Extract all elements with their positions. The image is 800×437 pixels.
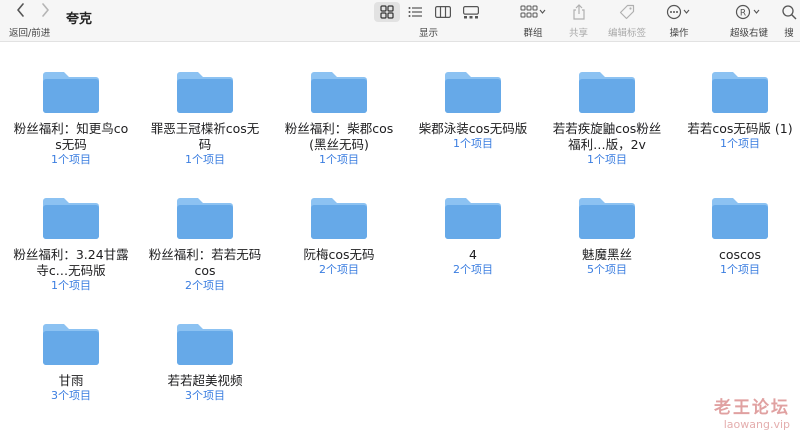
folder-icon <box>43 72 99 113</box>
edit-tags-button[interactable]: 编辑标签 <box>608 2 646 40</box>
folder-icon <box>311 198 367 239</box>
actions-label: 操作 <box>669 28 689 39</box>
folder-icon <box>177 198 233 239</box>
folder-item-count: 1个项目 <box>51 279 91 292</box>
more-actions-icon <box>666 4 690 20</box>
folder-name: 4 <box>469 247 477 262</box>
grid-icon <box>380 5 394 19</box>
gallery-icon <box>463 5 479 18</box>
folder-item-count: 3个项目 <box>185 389 225 402</box>
folder-icon <box>579 198 635 239</box>
folder-icon <box>712 72 768 113</box>
folder-icon <box>579 72 635 113</box>
folder-icon <box>43 324 99 365</box>
tag-icon <box>619 4 635 20</box>
search-label: 搜 <box>784 28 794 39</box>
folder-name: 魅魔黑丝 <box>581 247 632 262</box>
folder-name: 若若超美视频 <box>167 373 243 388</box>
folder-name: 甘雨 <box>58 373 84 388</box>
advanced-right-click-button[interactable]: R 超级右键 <box>730 2 768 40</box>
view-switcher <box>374 2 486 22</box>
folder-item[interactable]: 粉丝福利：3.24甘露寺c…无码版 1个项目 <box>8 194 134 293</box>
folder-item-count: 1个项目 <box>720 263 760 276</box>
folder-icon <box>311 72 367 113</box>
search-button[interactable]: 搜 <box>781 2 797 40</box>
folder-name: 粉丝福利：柴郡cos (黑丝无码) <box>284 121 394 152</box>
folder-icon <box>712 198 768 239</box>
folder-item[interactable]: 罪恶王冠楪祈cos无码 1个项目 <box>142 68 268 167</box>
folder-name: 阮梅cos无码 <box>303 247 375 262</box>
folder-name: 粉丝福利：知更鸟cos无码 <box>13 121 129 152</box>
column-view-button[interactable] <box>430 2 456 22</box>
folder-item-count: 1个项目 <box>720 137 760 150</box>
watermark-url: laowang.vip <box>723 418 790 431</box>
folder-name: coscos <box>718 247 762 262</box>
folder-item-count: 1个项目 <box>587 153 627 166</box>
folder-item-count: 2个项目 <box>319 263 359 276</box>
folder-item-count: 1个项目 <box>185 153 225 166</box>
folder-item-count: 2个项目 <box>185 279 225 292</box>
back-chevron-icon[interactable] <box>12 3 30 21</box>
svg-text:R: R <box>740 9 746 19</box>
folder-icon <box>177 72 233 113</box>
group-grid-icon <box>520 5 546 18</box>
folder-item[interactable]: 阮梅cos无码 2个项目 <box>276 194 402 277</box>
folder-item-count: 3个项目 <box>51 389 91 402</box>
share-label: 共享 <box>569 28 589 39</box>
folder-item[interactable]: 粉丝福利：知更鸟cos无码 1个项目 <box>8 68 134 167</box>
search-icon <box>782 5 797 20</box>
watermark: 老王论坛 laowang.vip <box>714 393 790 431</box>
edit-tags-label: 编辑标签 <box>608 28 647 39</box>
folder-item[interactable]: 甘雨 3个项目 <box>8 320 134 403</box>
icon-view-button[interactable] <box>374 2 400 22</box>
window-title: 夸克 <box>66 12 93 27</box>
actions-button[interactable]: 操作 <box>666 2 692 40</box>
view-label: 显示 <box>419 28 439 39</box>
group-label: 群组 <box>523 28 543 39</box>
columns-icon <box>435 6 451 18</box>
share-button[interactable]: 共享 <box>569 2 588 40</box>
file-grid: 粉丝福利：知更鸟cos无码 1个项目 罪恶王冠楪祈cos无码 1个项目 粉丝福利… <box>0 42 800 437</box>
list-view-button[interactable] <box>402 2 428 22</box>
folder-item[interactable]: 若若疾旋鼬cos粉丝福利…版，2v 1个项目 <box>544 68 670 167</box>
forward-chevron-icon[interactable] <box>36 3 54 21</box>
folder-icon <box>43 198 99 239</box>
folder-name: 若若cos无码版 (1) <box>687 121 793 136</box>
watermark-title: 老王论坛 <box>714 398 790 418</box>
folder-item[interactable]: 魅魔黑丝 5个项目 <box>544 194 670 277</box>
folder-item[interactable]: 柴郡泳装cos无码版 1个项目 <box>410 68 536 151</box>
group-button[interactable]: 群组 <box>520 2 546 40</box>
folder-item[interactable]: 若若超美视频 3个项目 <box>142 320 268 403</box>
folder-item-count: 2个项目 <box>453 263 493 276</box>
folder-name: 粉丝福利：若若无码cos <box>148 247 262 278</box>
folder-item[interactable]: 若若cos无码版 (1) 1个项目 <box>677 68 800 151</box>
folder-icon <box>445 72 501 113</box>
nav-label: 返回/前进 <box>9 28 51 39</box>
gallery-view-button[interactable] <box>458 2 484 22</box>
folder-item[interactable]: coscos 1个项目 <box>677 194 800 277</box>
list-icon <box>408 7 422 17</box>
advanced-right-click-label: 超级右键 <box>730 28 769 39</box>
folder-name: 粉丝福利：3.24甘露寺c…无码版 <box>13 247 129 278</box>
folder-item[interactable]: 粉丝福利：若若无码cos 2个项目 <box>142 194 268 293</box>
folder-name: 若若疾旋鼬cos粉丝福利…版，2v <box>552 121 662 152</box>
finder-toolbar: 返回/前进 夸克 显示 群组 共享 编辑标签 操作 R 超级右键 搜 <box>0 0 800 42</box>
folder-icon <box>445 198 501 239</box>
folder-name: 罪恶王冠楪祈cos无码 <box>150 121 260 152</box>
folder-item-count: 1个项目 <box>51 153 91 166</box>
folder-icon <box>177 324 233 365</box>
registered-icon: R <box>735 4 760 20</box>
folder-item-count: 1个项目 <box>453 137 493 150</box>
folder-item-count: 5个项目 <box>587 263 627 276</box>
folder-item[interactable]: 粉丝福利：柴郡cos (黑丝无码) 1个项目 <box>276 68 402 167</box>
folder-name: 柴郡泳装cos无码版 <box>418 121 528 136</box>
share-icon <box>572 4 585 20</box>
folder-item-count: 1个项目 <box>319 153 359 166</box>
folder-item[interactable]: 4 2个项目 <box>410 194 536 277</box>
